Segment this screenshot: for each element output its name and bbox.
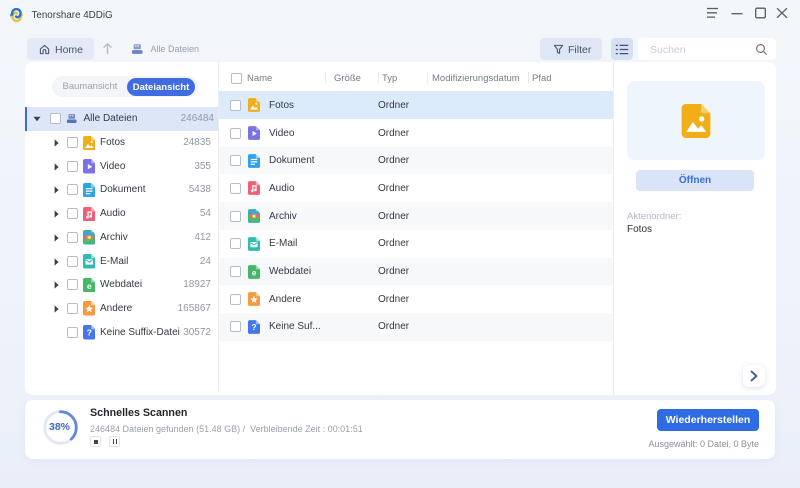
svg-text:?: ? <box>86 328 91 338</box>
svg-text:?: ? <box>251 322 256 332</box>
svg-text:e: e <box>86 281 91 291</box>
svg-text:e: e <box>252 267 257 277</box>
